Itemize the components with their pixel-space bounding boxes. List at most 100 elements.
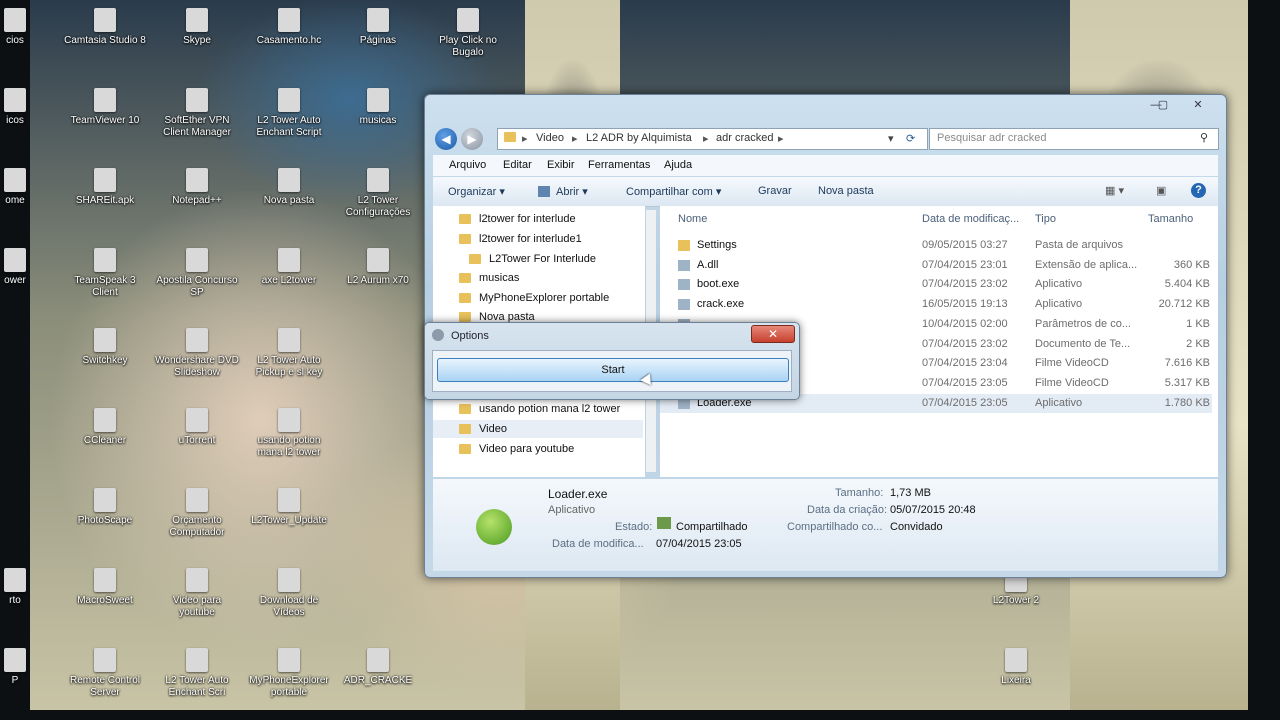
folder-icon [459,234,471,244]
desktop-icon[interactable]: icos [0,88,58,127]
desktop-icon[interactable]: SoftEther VPN Client Manager [154,88,240,139]
desktop-icon-label: Switchkey [82,355,128,366]
column-date[interactable]: Data de modificaç... [922,213,1019,225]
desktop-icon[interactable]: Skype [154,8,240,47]
search-icon[interactable]: ⚲ [1200,131,1208,144]
folder-icon [459,273,471,283]
breadcrumb-adr-cracked[interactable]: adr cracked [716,132,773,144]
desktop-icon[interactable]: rto [0,568,58,607]
desktop-icon[interactable]: Wondershare DVD Slideshow [154,328,240,379]
desktop-icon[interactable]: Remote Control Server [62,648,148,699]
desktop-icon[interactable]: L2 Tower Auto Pickup e sl key [246,328,332,379]
nav-item-label: l2tower for interlude [479,213,576,225]
open-button[interactable]: Abrir ▾ [556,185,588,198]
close-button[interactable]: ✕ [751,325,795,343]
breadcrumb-l2adr[interactable]: L2 ADR by Alquimista [586,132,692,144]
column-name[interactable]: Nome [678,213,707,225]
nav-item[interactable]: MyPhoneExplorer portable [433,289,643,307]
desktop-icon[interactable]: L2 Aurum x70 [335,248,421,287]
desktop-icon[interactable]: Apostila Concurso SP [154,248,240,299]
desktop-icon[interactable]: SHAREit.apk [62,168,148,207]
file-row[interactable]: boot.exe 07/04/2015 23:02 Aplicativo 5.404 … [660,275,1212,294]
desktop-icon-label: L2Tower 2 [992,595,1040,606]
desktop-icon[interactable]: Download de Vídeos [246,568,332,619]
desktop-icon[interactable]: uTorrent [154,408,240,447]
column-size[interactable]: Tamanho [1148,213,1193,225]
desktop-icon-label: Video para youtube [172,595,222,618]
back-arrow-icon[interactable]: ◀ [435,128,457,150]
file-row[interactable]: A.dll 07/04/2015 23:01 Extensão de aplica.… [660,256,1212,275]
desktop-icon[interactable]: TeamViewer 10 [62,88,148,127]
file-date: 07/04/2015 23:01 [922,258,1008,271]
folder-icon [459,312,471,322]
desktop-icon[interactable]: Páginas [335,8,421,47]
teamspeak-icon [94,248,116,272]
desktop-icon-label: L2 Tower Configurações [345,195,411,218]
desktop-icon[interactable]: MacroSweet [62,568,148,607]
menu-arquivo[interactable]: Arquivo [449,159,486,171]
desktop-icon[interactable]: ADR_CRACKE [335,648,421,687]
share-button[interactable]: Compartilhar com ▾ [626,185,721,198]
desktop-icon[interactable]: L2 Tower Auto Enchant Script [246,88,332,139]
desktop-icon[interactable]: Switchkey [62,328,148,367]
desktop-icon[interactable]: Lixeira [973,648,1059,687]
menu-editar[interactable]: Editar [503,159,532,171]
maximize-button[interactable]: ▢ [1150,97,1176,113]
desktop-icon[interactable]: Orçamento Computador [154,488,240,539]
desktop-icon[interactable]: cios [0,8,58,47]
nav-item[interactable]: Video [433,420,643,438]
desktop-icon[interactable]: L2Tower_Update [246,488,332,527]
menu-ferramentas[interactable]: Ferramentas [588,159,650,171]
menu-exibir[interactable]: Exibir [547,159,575,171]
view-options-icon[interactable]: ▦ ▾ [1105,184,1124,197]
desktop-icon[interactable]: Video para youtube [154,568,240,619]
desktop-icon[interactable]: Play Click no Bugalo [425,8,511,59]
search-input[interactable]: Pesquisar adr cracked ⚲ [929,128,1219,150]
close-button[interactable]: ✕ [1185,97,1211,113]
column-type[interactable]: Tipo [1035,213,1056,225]
desktop-icon[interactable]: ower [0,248,58,287]
desktop-icon[interactable]: Notepad++ [154,168,240,207]
file-icon [367,648,389,672]
nav-item[interactable]: Video para youtube [433,440,643,458]
nav-item[interactable]: l2tower for interlude [433,210,643,228]
nav-item[interactable]: usando potion mana l2 tower [433,400,643,418]
desktop-icon[interactable]: L2 Tower Configurações [335,168,421,219]
desktop-icon[interactable]: Casamento.hc [246,8,332,47]
desktop-icon[interactable]: L2 Tower Auto Enchant Scri [154,648,240,699]
menu-ajuda[interactable]: Ajuda [664,159,692,171]
app-icon [186,328,208,352]
desktop-icon[interactable]: ome [0,168,58,207]
nav-item[interactable]: l2tower for interlude1 [433,230,643,248]
options-dialog[interactable]: Options ✕ Start [424,322,800,400]
nav-item[interactable]: L2Tower For Interlude [433,250,643,268]
desktop-icon[interactable]: P [0,648,58,687]
nav-item[interactable]: musicas [433,269,643,287]
burn-button[interactable]: Gravar [758,185,792,197]
desktop-icon[interactable]: Camtasia Studio 8 [62,8,148,47]
desktop-icon[interactable]: musicas [335,88,421,127]
file-icon [186,568,208,592]
breadcrumb-video[interactable]: Video [536,132,564,144]
forward-arrow-icon[interactable]: ▶ [461,128,483,150]
desktop-icon-label: SoftEther VPN Client Manager [163,115,231,138]
nav-item-label: Video para youtube [479,443,575,455]
refresh-icon[interactable]: ⟳ [906,132,915,145]
file-row[interactable]: Settings 09/05/2015 03:27 Pasta de arquivo… [660,236,1212,255]
desktop-icon[interactable]: usando potion mana l2 tower [246,408,332,459]
desktop-icon[interactable]: axe L2tower [246,248,332,287]
file-date: 07/04/2015 23:05 [922,396,1008,409]
desktop-icon[interactable]: TeamSpeak 3 Client [62,248,148,299]
help-icon[interactable]: ? [1191,183,1206,198]
address-bar[interactable]: ▸ Video ▸ L2 ADR by Alquimista ▸ adr cra… [497,128,928,150]
dropdown-icon[interactable]: ▾ [888,132,894,145]
start-button[interactable]: Start [437,358,789,382]
desktop-icon[interactable]: CCleaner [62,408,148,447]
new-folder-button[interactable]: Nova pasta [818,185,874,197]
preview-pane-icon[interactable]: ▣ [1156,184,1166,197]
desktop-icon[interactable]: Nova pasta [246,168,332,207]
file-row[interactable]: crack.exe 16/05/2015 19:13 Aplicativo 20.71… [660,295,1212,314]
desktop-icon[interactable]: PhotoScape [62,488,148,527]
desktop-icon[interactable]: MyPhoneExplorer portable [246,648,332,699]
organize-button[interactable]: Organizar ▾ [448,185,505,198]
